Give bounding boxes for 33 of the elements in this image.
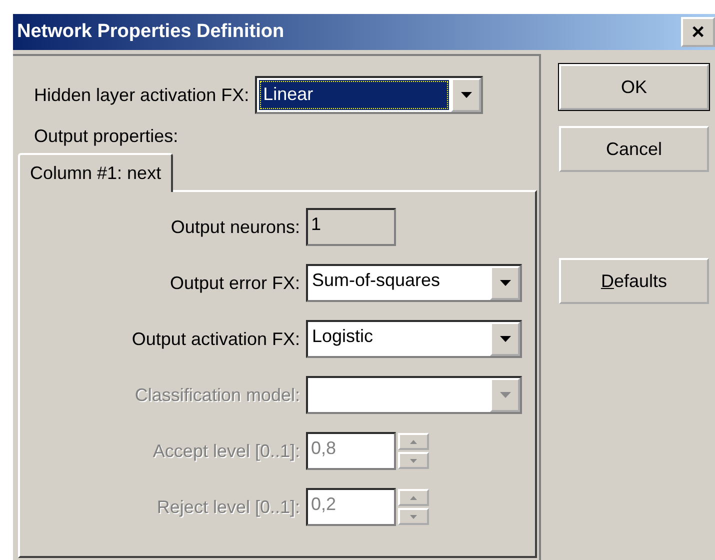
spin-down-button[interactable] <box>398 452 429 469</box>
caret-icon <box>500 336 510 342</box>
dropdown-button[interactable] <box>490 266 520 300</box>
caret-icon <box>460 92 472 98</box>
spin-down-button[interactable] <box>398 508 429 525</box>
field-label: Output activation FX: <box>130 328 300 350</box>
close-button[interactable]: × <box>681 17 715 47</box>
field-label: Reject level [0..1]: <box>156 496 300 518</box>
spin-up-button[interactable] <box>398 489 429 506</box>
field-label: Output neurons: <box>170 216 300 238</box>
dialog-button[interactable]: Cancel <box>559 126 709 172</box>
caret-icon <box>500 392 510 398</box>
dialog-button[interactable]: OK <box>559 64 709 110</box>
dropdown-button[interactable] <box>490 322 520 356</box>
dropdown-button[interactable] <box>451 78 482 112</box>
up-arrow-icon <box>410 496 417 500</box>
spin-up-button[interactable] <box>398 433 429 450</box>
dropdown[interactable]: Linear <box>255 76 484 114</box>
up-arrow-icon <box>410 440 417 444</box>
dropdown[interactable]: Sum-of-squares <box>306 264 522 302</box>
down-arrow-icon <box>410 514 417 518</box>
tab[interactable]: Column #1: next <box>18 153 174 192</box>
dialog-button[interactable]: Defaults <box>559 258 709 304</box>
caret-icon <box>500 280 510 286</box>
field-label: Hidden layer activation FX: <box>34 84 250 106</box>
input-field[interactable]: 1 <box>306 208 396 246</box>
field-label: Classification model: <box>134 384 300 406</box>
field-label: Accept level [0..1]: <box>152 440 300 462</box>
section-label: Output properties: <box>33 125 180 147</box>
window-title: Network Properties Definition <box>17 21 284 43</box>
dropdown[interactable]: Logistic <box>306 320 522 358</box>
field-label: Output error FX: <box>168 272 300 294</box>
down-arrow-icon <box>410 458 417 462</box>
